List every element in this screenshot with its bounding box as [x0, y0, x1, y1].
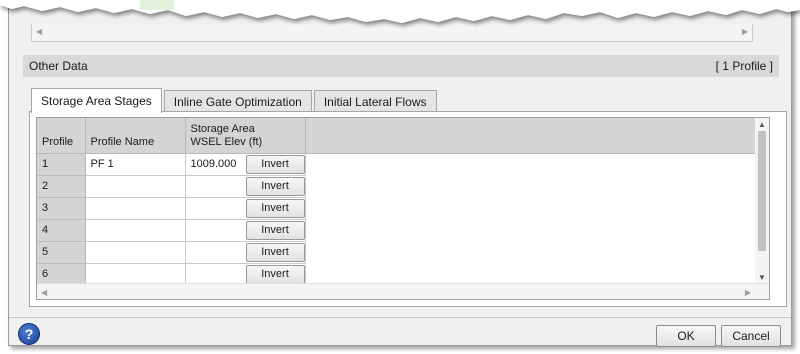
profile-name-cell[interactable]: PF 1	[85, 153, 186, 176]
profile-name-cell[interactable]	[85, 175, 186, 198]
footer-divider	[9, 317, 791, 318]
tab-inline-gate-optimization[interactable]: Inline Gate Optimization	[163, 90, 312, 112]
wsel-elev-cell[interactable]: Invert	[185, 241, 306, 264]
profile-name-cell[interactable]	[85, 219, 186, 242]
scroll-up-arrow-icon[interactable]: ▲	[758, 120, 766, 129]
row-profile-number: 2	[37, 175, 86, 198]
row-profile-number: 3	[37, 197, 86, 220]
wsel-elev-cell[interactable]: Invert	[185, 219, 306, 242]
column-header-profile[interactable]: Profile	[37, 118, 86, 154]
scroll-left-arrow-icon[interactable]: ◀	[41, 288, 47, 297]
scroll-right-arrow-icon[interactable]: ▶	[745, 288, 751, 297]
invert-button[interactable]: Invert	[245, 176, 305, 196]
row-profile-number: 1	[37, 153, 86, 176]
column-header-profile-name[interactable]: Profile Name	[85, 118, 186, 154]
invert-button[interactable]: Invert	[245, 154, 305, 174]
other-data-title: Other Data	[29, 59, 88, 73]
wsel-elev-cell[interactable]: Invert	[185, 175, 306, 198]
tab-initial-lateral-flows[interactable]: Initial Lateral Flows	[313, 90, 437, 112]
tab-storage-area-stages[interactable]: Storage Area Stages	[31, 88, 162, 113]
row-profile-number: 6	[37, 263, 86, 286]
ok-button[interactable]: OK	[656, 325, 716, 347]
grid-empty-area	[305, 153, 755, 175]
grid-horizontal-scrollbar[interactable]: ◀ ▶	[37, 283, 769, 299]
table-row: 4 Invert	[37, 219, 755, 242]
grid-empty-area	[305, 175, 755, 197]
profile-count-label: [ 1 Profile ]	[715, 59, 773, 73]
tab-panel: Profile Profile Name Storage Area WSEL E…	[29, 111, 787, 307]
column-header-empty	[305, 118, 755, 154]
wsel-elev-value: 1009.000	[190, 158, 237, 170]
help-icon[interactable]: ?	[18, 323, 40, 345]
table-row: 5 Invert	[37, 241, 755, 264]
wsel-elev-cell[interactable]: Invert	[185, 197, 306, 220]
grid-empty-area	[305, 197, 755, 219]
storage-stages-grid: Profile Profile Name Storage Area WSEL E…	[36, 117, 770, 300]
row-profile-number: 5	[37, 241, 86, 264]
green-remnant	[140, 0, 174, 10]
profile-name-cell[interactable]	[85, 263, 186, 286]
table-row: 2 Invert	[37, 175, 755, 198]
storage-header-line2: WSEL Elev (ft)	[190, 135, 263, 148]
profile-name-cell[interactable]	[85, 241, 186, 264]
torn-paper-edge	[0, 0, 800, 23]
wsel-elev-cell[interactable]: 1009.000 Invert	[185, 153, 306, 176]
invert-button[interactable]: Invert	[245, 264, 305, 284]
wsel-elev-cell[interactable]: Invert	[185, 263, 306, 286]
invert-button[interactable]: Invert	[245, 242, 305, 262]
grid-empty-area	[305, 241, 755, 263]
table-row: 3 Invert	[37, 197, 755, 220]
dialog: ◀ ▶ Other Data [ 1 Profile ] Storage Are…	[8, 0, 792, 347]
cancel-button[interactable]: Cancel	[721, 325, 781, 347]
table-row: 1 PF 1 1009.000 Invert	[37, 153, 755, 176]
storage-header-line1: Storage Area	[190, 122, 255, 135]
invert-button[interactable]: Invert	[245, 220, 305, 240]
profile-name-cell[interactable]	[85, 197, 186, 220]
torn-edge-decoration	[0, 0, 800, 23]
grid-empty-area	[305, 219, 755, 241]
grid-header-row: Profile Profile Name Storage Area WSEL E…	[37, 118, 755, 154]
other-data-header: Other Data [ 1 Profile ]	[23, 55, 779, 77]
scrollbar-thumb[interactable]	[758, 131, 766, 251]
table-row: 6 Invert	[37, 263, 755, 286]
grid-table: Profile Profile Name Storage Area WSEL E…	[37, 118, 755, 286]
column-header-storage-wsel[interactable]: Storage Area WSEL Elev (ft)	[185, 118, 306, 154]
scroll-down-arrow-icon[interactable]: ▼	[758, 273, 766, 282]
tab-strip: Storage Area Stages Inline Gate Optimiza…	[31, 88, 439, 113]
grid-vertical-scrollbar[interactable]: ▲ ▼	[755, 118, 769, 284]
row-profile-number: 4	[37, 219, 86, 242]
grid-empty-area	[305, 263, 755, 285]
invert-button[interactable]: Invert	[245, 198, 305, 218]
